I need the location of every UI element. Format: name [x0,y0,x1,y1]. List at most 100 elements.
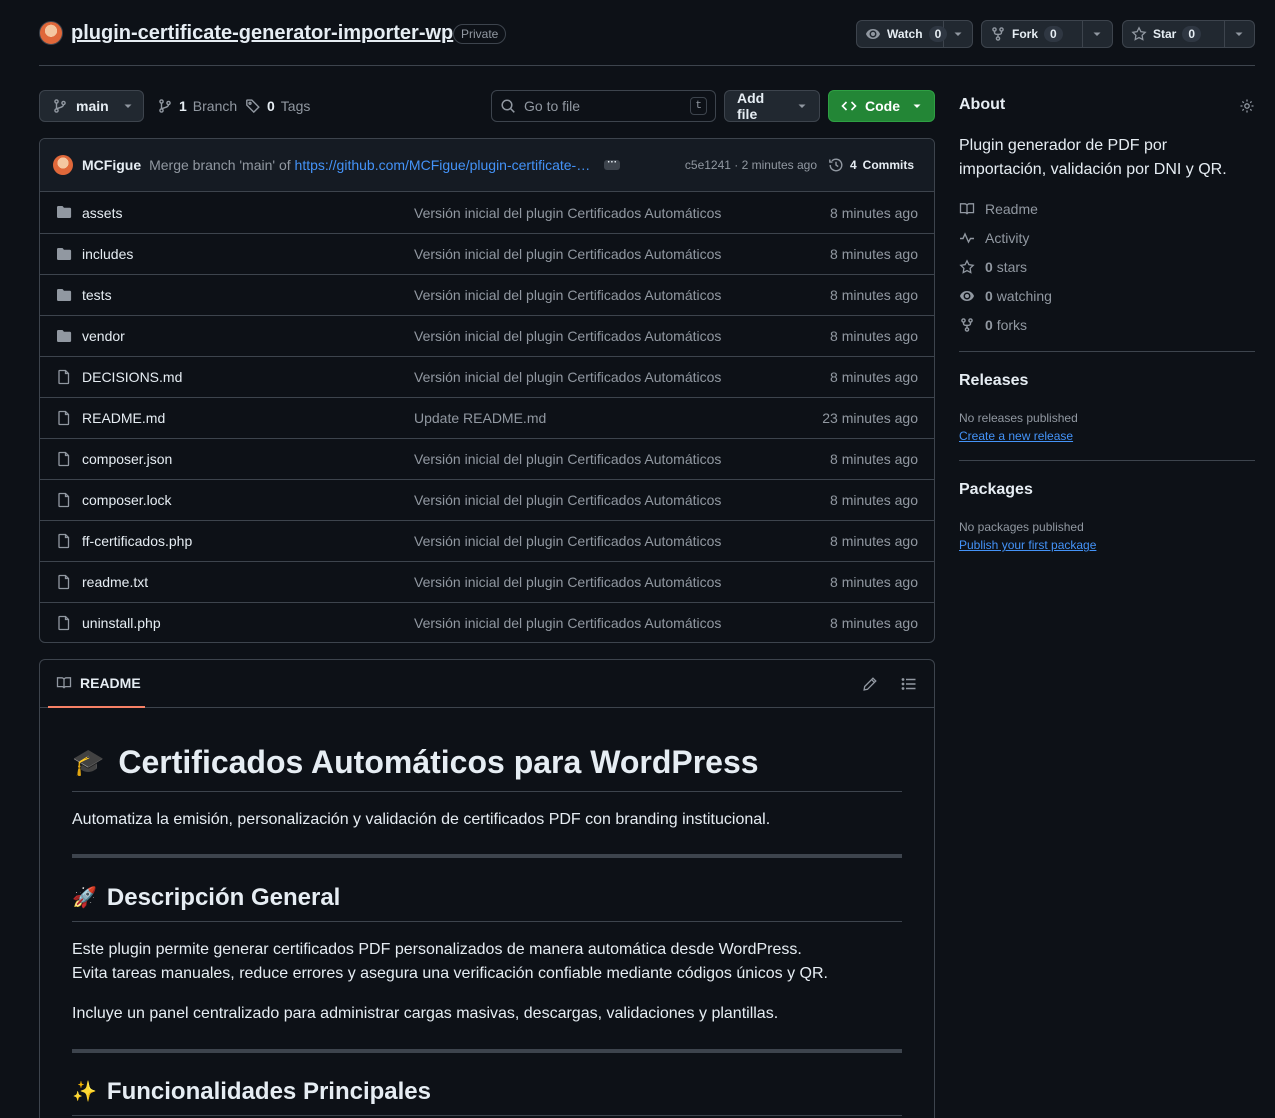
branch-icon [52,98,68,114]
commit-hash-time[interactable]: c5e1241 · 2 minutes ago [685,158,817,172]
file-name-link[interactable]: includes [82,246,133,262]
commit-message-link[interactable]: https://github.com/MCFigue/plugin-certif… [295,157,591,173]
commits-history-link[interactable]: 4 Commits [828,157,914,173]
visibility-badge: Private [453,24,507,44]
file-commit-message[interactable]: Versión inicial del plugin Certificados … [414,246,721,262]
about-stars-link[interactable]: 0 stars [959,259,1027,275]
file-commit-message[interactable]: Versión inicial del plugin Certificados … [414,369,721,385]
file-commit-message[interactable]: Versión inicial del plugin Certificados … [414,574,721,590]
list-icon[interactable] [901,676,917,692]
file-row[interactable]: composer.json Versión inicial del plugin … [40,438,934,479]
file-icon [56,615,72,631]
create-release-link[interactable]: Create a new release [959,429,1073,443]
file-icon [56,492,72,508]
section-heading-general-text: Descripción General [106,884,341,911]
go-to-file-search[interactable]: t [491,90,716,122]
fork-button[interactable]: Fork 0 [981,20,1113,48]
file-name-link[interactable]: tests [82,287,112,303]
file-row[interactable]: includes Versión inicial del plugin Certi… [40,233,934,274]
about-activity-link[interactable]: Activity [959,230,1029,246]
chevron-down-icon [1234,29,1244,39]
commit-author[interactable]: MCFigue [82,157,141,173]
file-commit-message[interactable]: Versión inicial del plugin Certificados … [414,451,721,467]
branch-count: 1 [179,98,187,114]
file-commit-message[interactable]: Versión inicial del plugin Certificados … [414,533,721,549]
file-row[interactable]: vendor Versión inicial del plugin Certifi… [40,315,934,356]
book-icon [959,201,975,217]
file-name-link[interactable]: uninstall.php [82,615,161,631]
about-watching-link[interactable]: 0 watching [959,288,1052,304]
file-row[interactable]: README.md Update README.md 23 minutes ago [40,397,934,438]
file-row[interactable]: assets Versión inicial del plugin Certifi… [40,192,934,233]
file-row[interactable]: tests Versión inicial del plugin Certific… [40,274,934,315]
branch-selector[interactable]: main [39,90,144,122]
section-heading-features-text: Funcionalidades Principales [106,1078,431,1105]
sparkles-icon: ✨ [72,1081,97,1103]
commits-count: 4 [849,158,857,172]
repo-name-link[interactable]: plugin-certificate-generator-importer-wp [71,22,453,45]
publish-package-link[interactable]: Publish your first package [959,538,1096,552]
file-row[interactable]: DECISIONS.md Versión inicial del plugin C… [40,356,934,397]
chevron-down-icon [953,29,963,39]
file-name-link[interactable]: composer.lock [82,492,171,508]
file-name-link[interactable]: vendor [82,328,125,344]
releases-title[interactable]: Releases [959,372,1028,390]
folder-icon [56,287,72,303]
readme-tab[interactable]: README [48,660,145,708]
file-name-link[interactable]: README.md [82,410,165,426]
file-name-link[interactable]: composer.json [82,451,172,467]
file-row[interactable]: uninstall.php Versión inicial del plugin … [40,602,934,642]
file-browser: MCFigue Merge branch 'main' of https://g… [39,138,935,643]
about-forks-link[interactable]: 0 forks [959,317,1027,333]
readme-panel: README 🎓 Certificados Automáticos para W… [39,659,935,1118]
pencil-icon[interactable] [862,676,878,692]
about-header: About [959,96,1255,136]
branch-icon [157,98,173,114]
commit-message-text: Merge branch 'main' of [149,157,291,173]
go-to-file-input[interactable] [524,98,683,114]
shortcut-hint: t [690,97,707,115]
tag-icon [245,98,261,114]
code-button[interactable]: Code [828,90,935,122]
file-commit-message[interactable]: Versión inicial del plugin Certificados … [414,328,721,344]
author-avatar[interactable] [53,155,73,175]
watch-dropdown-caret[interactable] [944,21,972,47]
file-commit-message[interactable]: Versión inicial del plugin Certificados … [414,615,721,631]
add-file-button[interactable]: Add file [724,90,820,122]
about-readme-link[interactable]: Readme [959,201,1038,217]
file-commit-message[interactable]: Update README.md [414,410,546,426]
readme-header: README [40,660,934,708]
file-name-link[interactable]: DECISIONS.md [82,369,182,385]
file-icon [56,410,72,426]
file-name-link[interactable]: assets [82,205,122,221]
file-commit-time: 8 minutes ago [830,451,918,467]
file-name-link[interactable]: ff-certificados.php [82,533,192,549]
readme-title: 🎓 Certificados Automáticos para WordPres… [72,745,902,792]
file-row[interactable]: composer.lock Versión inicial del plugin … [40,479,934,520]
file-commit-message[interactable]: Versión inicial del plugin Certificados … [414,492,721,508]
watch-button[interactable]: Watch 0 [856,20,973,48]
fork-dropdown-caret[interactable] [1083,21,1112,47]
star-count: 0 [1182,26,1202,42]
star-button[interactable]: Star 0 [1122,20,1255,48]
owner-avatar[interactable] [39,21,63,45]
about-title: About [959,96,1006,113]
about-forks-label: forks [996,317,1028,333]
file-row[interactable]: ff-certificados.php Versión inicial del p… [40,520,934,561]
about-activity-label: Activity [985,230,1030,246]
file-commit-time: 8 minutes ago [830,204,918,221]
file-row[interactable]: readme.txt Versión inicial del plugin Cer… [40,561,934,602]
branches-link[interactable]: 1 Branch [157,98,237,114]
file-commit-message[interactable]: Versión inicial del plugin Certificados … [414,205,721,221]
sidebar-divider [959,460,1255,461]
file-commit-message[interactable]: Versión inicial del plugin Certificados … [414,287,721,303]
expand-commit-button[interactable]: ··· [604,158,621,170]
file-name-link[interactable]: readme.txt [82,574,148,590]
file-commit-time: 8 minutes ago [830,492,918,508]
tags-link[interactable]: 0 Tags [245,98,310,114]
packages-title[interactable]: Packages [959,481,1033,499]
gear-icon[interactable] [1239,98,1255,114]
commit-message: Merge branch 'main' of https://github.co… [149,157,590,173]
star-dropdown-caret[interactable] [1225,21,1254,47]
chevron-down-icon [912,101,922,111]
